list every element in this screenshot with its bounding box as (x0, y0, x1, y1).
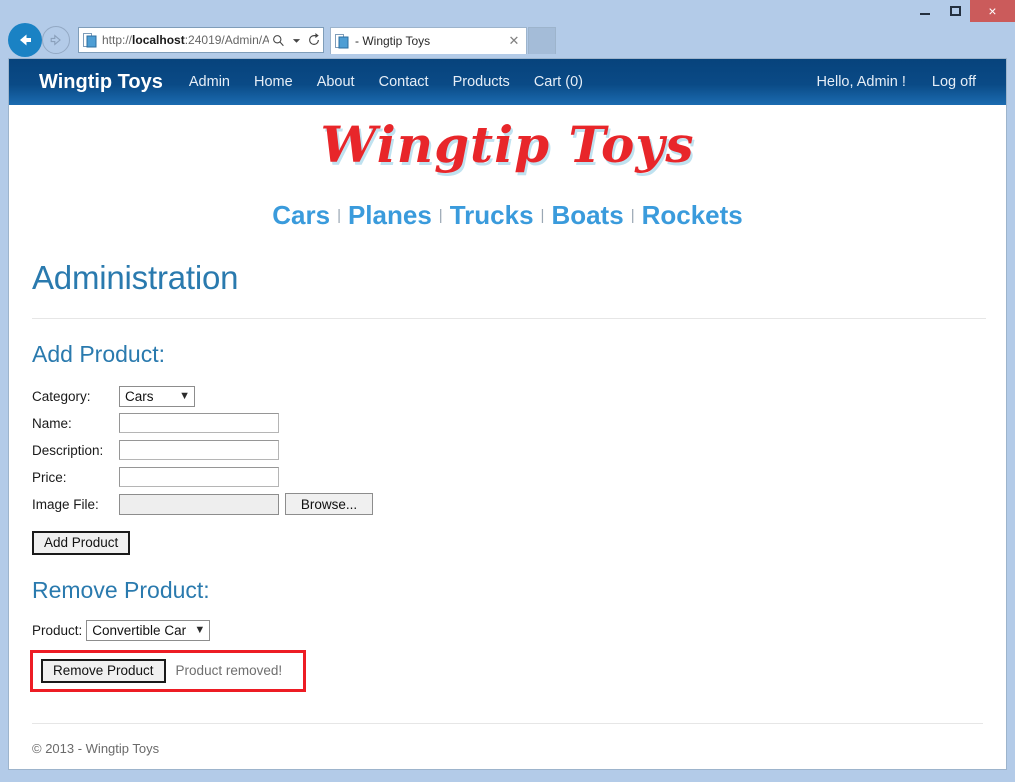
category-separator: | (630, 206, 635, 224)
back-button[interactable] (8, 23, 42, 57)
page-favicon-icon (83, 32, 97, 47)
site-brand[interactable]: Wingtip Toys (39, 71, 163, 94)
site-logo: Wingtip Toys (320, 115, 695, 174)
tab-favicon-icon (335, 33, 349, 48)
category-label: Category: (32, 388, 91, 404)
minimize-button[interactable] (910, 0, 940, 22)
site-footer: © 2013 - Wingtip Toys (32, 740, 160, 756)
name-input[interactable] (119, 413, 279, 433)
image-file-input[interactable] (119, 493, 279, 515)
browser-toolbar: http://localhost:24019/Admin/A - Wingtip… (0, 22, 1015, 77)
forward-button[interactable] (42, 26, 70, 54)
browser-window: × http://localhost:24019/Admin/A - Wingt… (0, 0, 1015, 782)
browse-button[interactable]: Browse... (285, 493, 373, 515)
product-label: Product: (32, 622, 83, 638)
page-content: Wingtip Toys Cars | Planes | Trucks | Bo… (9, 105, 1006, 769)
nav-link-products[interactable]: Products (453, 74, 510, 90)
site-navbar: Wingtip Toys Admin Home About Contact Pr… (9, 59, 1006, 105)
category-link-rockets[interactable]: Rockets (642, 200, 743, 230)
nav-link-admin[interactable]: Admin (189, 74, 230, 90)
product-select-value: Convertible Car (92, 622, 187, 638)
category-link-trucks[interactable]: Trucks (450, 200, 534, 230)
name-label: Name: (32, 415, 72, 431)
category-select-value: Cars (125, 388, 154, 404)
title-divider (32, 317, 986, 319)
form-row-price: Price: (32, 465, 986, 490)
user-greeting[interactable]: Hello, Admin ! (816, 74, 905, 90)
category-link-planes[interactable]: Planes (348, 200, 432, 230)
form-row-description: Description: (32, 438, 986, 463)
nav-link-cart[interactable]: Cart (0) (534, 74, 583, 90)
add-product-heading: Add Product: (32, 340, 165, 367)
price-input[interactable] (119, 467, 279, 487)
caret-glyph (292, 38, 300, 43)
form-row-remove-product: Product: Convertible Car ▼ (32, 619, 986, 641)
page-title: Administration (32, 258, 239, 296)
product-select[interactable]: Convertible Car ▼ (86, 619, 211, 641)
forward-arrow-icon (50, 34, 61, 46)
close-icon: × (988, 3, 997, 19)
form-row-name: Name: (32, 411, 986, 436)
refresh-glyph (309, 33, 319, 45)
logoff-link[interactable]: Log off (932, 74, 976, 90)
remove-product-highlight: Remove Product Product removed! (30, 649, 306, 692)
chevron-down-icon: ▼ (179, 390, 190, 402)
category-separator: | (337, 206, 341, 224)
category-separator: | (438, 206, 443, 224)
form-row-category: Category: Cars ▼ (32, 384, 986, 409)
description-label: Description: (32, 442, 104, 458)
tab-strip: - Wingtip Toys ✕ (330, 27, 556, 58)
footer-divider (32, 722, 983, 724)
refresh-icon[interactable] (305, 28, 323, 52)
close-window-button[interactable]: × (970, 0, 1015, 22)
category-select[interactable]: Cars ▼ (119, 385, 195, 407)
minimize-icon (920, 13, 930, 15)
address-bar[interactable]: http://localhost:24019/Admin/A (78, 27, 324, 53)
add-product-form: Category: Cars ▼ Name: Description: Pric… (32, 384, 986, 517)
navbar-user-area: Hello, Admin ! Log off (790, 59, 976, 105)
category-link-boats[interactable]: Boats (551, 200, 623, 230)
description-input[interactable] (119, 440, 279, 460)
remove-product-button[interactable]: Remove Product (41, 658, 166, 683)
maximize-icon (949, 6, 961, 16)
image-file-label: Image File: (32, 496, 99, 512)
tab-close-button[interactable]: ✕ (506, 33, 522, 49)
tab-title: - Wingtip Toys (355, 34, 431, 48)
nav-link-contact[interactable]: Contact (379, 74, 429, 90)
add-product-button[interactable]: Add Product (32, 530, 131, 555)
search-icon[interactable] (269, 28, 287, 52)
browser-tab[interactable]: - Wingtip Toys ✕ (330, 27, 527, 54)
category-link-bar: Cars | Planes | Trucks | Boats | Rockets (29, 200, 986, 231)
back-arrow-icon (20, 34, 31, 46)
maximize-button[interactable] (940, 0, 970, 22)
remove-product-heading: Remove Product: (32, 576, 210, 603)
nav-link-about[interactable]: About (317, 74, 355, 90)
category-separator: | (540, 206, 545, 224)
chevron-down-icon: ▼ (194, 624, 206, 636)
remove-status-message: Product removed! (175, 663, 283, 678)
category-link-cars[interactable]: Cars (272, 200, 330, 230)
page-viewport: Wingtip Toys Admin Home About Contact Pr… (8, 58, 1007, 770)
form-row-image: Image File: Browse... (32, 492, 986, 517)
new-tab-button[interactable] (528, 27, 556, 54)
magnifier-glyph (272, 34, 284, 46)
chevron-down-icon[interactable] (287, 28, 305, 52)
url-text: http://localhost:24019/Admin/A (102, 33, 269, 47)
browser-titlebar: × (0, 0, 1015, 22)
nav-link-home[interactable]: Home (254, 74, 293, 90)
price-label: Price: (32, 469, 67, 485)
